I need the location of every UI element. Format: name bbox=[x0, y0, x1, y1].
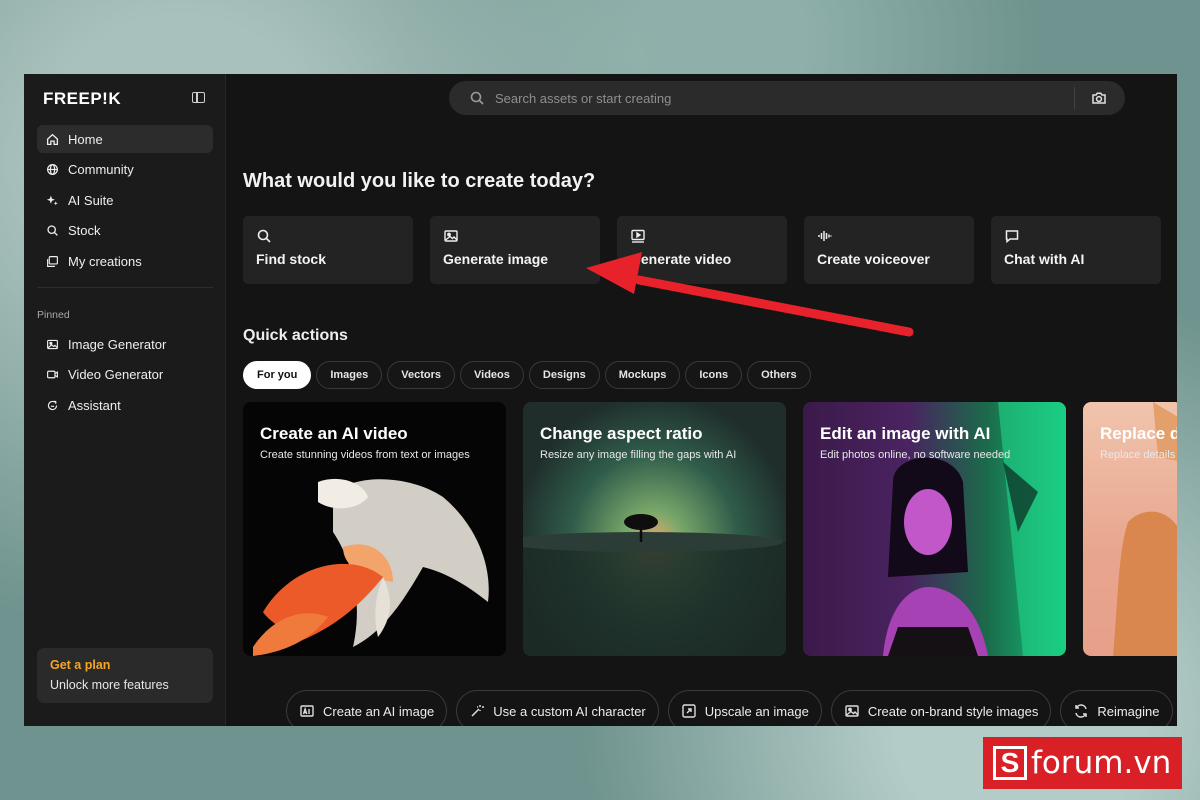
camera-icon[interactable] bbox=[1091, 90, 1107, 106]
ai-image-icon bbox=[299, 703, 315, 719]
sidebar-item-my-creations[interactable]: My creations bbox=[37, 247, 213, 275]
change-aspect-ratio-card[interactable]: Change aspect ratio Resize any image fil… bbox=[523, 402, 786, 656]
generate-video-card[interactable]: Generate video bbox=[617, 216, 787, 284]
sidebar-item-label: Image Generator bbox=[68, 336, 167, 352]
chat-icon bbox=[1004, 228, 1020, 244]
sidebar-item-label: AI Suite bbox=[68, 192, 114, 208]
video-icon bbox=[45, 368, 59, 382]
image-icon bbox=[443, 228, 459, 244]
tab-others[interactable]: Others bbox=[747, 361, 811, 389]
get-a-plan-card[interactable]: Get a plan Unlock more features bbox=[37, 648, 213, 703]
home-icon bbox=[45, 132, 59, 146]
sidebar-item-community[interactable]: Community bbox=[37, 156, 213, 184]
image-icon bbox=[844, 703, 860, 719]
pinned-heading: Pinned bbox=[37, 309, 70, 321]
search-icon bbox=[469, 90, 485, 106]
watermark-s-logo: S bbox=[993, 746, 1027, 780]
sparkle-icon bbox=[45, 193, 59, 207]
tab-mockups[interactable]: Mockups bbox=[604, 361, 681, 389]
refresh-icon bbox=[1073, 703, 1089, 719]
tab-images[interactable]: Images bbox=[316, 361, 383, 389]
sidebar-item-image-generator[interactable]: Image Generator bbox=[37, 330, 213, 358]
upscale-icon bbox=[681, 703, 697, 719]
search-icon bbox=[256, 228, 272, 244]
sidebar-item-label: Assistant bbox=[68, 397, 121, 413]
image-icon bbox=[45, 337, 59, 351]
card-subtitle: Resize any image filling the gaps with A… bbox=[540, 449, 737, 461]
upscale-image-button[interactable]: Upscale an image bbox=[667, 690, 822, 726]
watermark-text: forum.vn bbox=[1031, 745, 1172, 781]
sidebar-item-video-generator[interactable]: Video Generator bbox=[37, 361, 213, 389]
action-label: Create an AI image bbox=[323, 703, 435, 719]
create-voiceover-card[interactable]: Create voiceover bbox=[804, 216, 974, 284]
globe-icon bbox=[45, 163, 59, 177]
action-label: Create on-brand style images bbox=[867, 703, 1039, 719]
create-ai-image-button[interactable]: Create an AI image bbox=[286, 690, 448, 726]
sidebar-item-label: Stock bbox=[68, 223, 101, 238]
assistant-icon bbox=[45, 398, 59, 412]
pinned-list: Image Generator Video Generator Assistan… bbox=[37, 330, 213, 422]
sidebar-item-label: My creations bbox=[68, 253, 142, 269]
suggested-actions: Create an AI image Use a custom AI chara… bbox=[286, 690, 1173, 726]
gallery-icon bbox=[45, 254, 59, 268]
generate-image-card[interactable]: Generate image bbox=[430, 216, 600, 284]
search-input[interactable] bbox=[495, 90, 1055, 106]
card-title: Create an AI video bbox=[260, 424, 408, 443]
page-heading: What would you like to create today? bbox=[243, 170, 596, 192]
sidebar-item-label: Community bbox=[68, 162, 134, 177]
play-icon bbox=[630, 228, 646, 244]
replace-details-card[interactable]: Replace d Replace details bbox=[1083, 402, 1177, 656]
find-stock-card[interactable]: Find stock bbox=[243, 216, 413, 284]
card-title: Replace d bbox=[1100, 424, 1177, 443]
chat-with-ai-card[interactable]: Chat with AI bbox=[991, 216, 1161, 284]
card-subtitle: Replace details bbox=[1100, 449, 1176, 461]
search-icon bbox=[45, 224, 59, 238]
plan-subtitle: Unlock more features bbox=[50, 678, 169, 692]
sidebar-nav: Home Community AI Suite Stock My creatio… bbox=[37, 125, 213, 278]
sidebar-item-stock[interactable]: Stock bbox=[37, 217, 213, 245]
on-brand-style-button[interactable]: Create on-brand style images bbox=[830, 690, 1052, 726]
create-ai-video-card[interactable]: Create an AI video Create stunning video… bbox=[243, 402, 506, 656]
custom-ai-character-button[interactable]: Use a custom AI character bbox=[456, 690, 659, 726]
card-label: Generate video bbox=[630, 251, 732, 267]
sidebar-toggle-icon[interactable] bbox=[192, 92, 205, 103]
card-label: Create voiceover bbox=[817, 251, 930, 267]
search-bar bbox=[449, 81, 1125, 115]
app-window: FREEP!K Home Community AI Suite Stock My… bbox=[24, 74, 1177, 726]
action-label: Reimagine bbox=[1097, 703, 1160, 719]
sidebar-divider bbox=[37, 287, 213, 288]
sidebar-item-label: Home bbox=[68, 131, 103, 147]
magic-wand-icon bbox=[469, 703, 485, 719]
sidebar-item-label: Video Generator bbox=[68, 367, 164, 382]
sidebar: FREEP!K Home Community AI Suite Stock My… bbox=[24, 74, 226, 726]
card-subtitle: Edit photos online, no software needed bbox=[820, 449, 1011, 461]
create-options: Find stock Generate image Generate video… bbox=[243, 216, 1161, 284]
tab-designs[interactable]: Designs bbox=[528, 361, 600, 389]
card-title: Change aspect ratio bbox=[540, 424, 703, 443]
sforum-watermark: S forum.vn bbox=[983, 737, 1182, 789]
plan-title: Get a plan bbox=[50, 658, 111, 672]
tab-for-you[interactable]: For you bbox=[243, 361, 312, 389]
waveform-icon bbox=[817, 228, 833, 244]
card-title: Edit an image with AI bbox=[820, 424, 991, 443]
card-subtitle: Create stunning videos from text or imag… bbox=[260, 449, 470, 461]
reimagine-button[interactable]: Reimagine bbox=[1060, 690, 1173, 726]
filter-tabs: For you Images Vectors Videos Designs Mo… bbox=[243, 361, 811, 389]
quick-actions-title: Quick actions bbox=[243, 327, 348, 344]
action-label: Use a custom AI character bbox=[493, 703, 646, 719]
quick-action-cards: Create an AI video Create stunning video… bbox=[243, 402, 1177, 656]
search-separator bbox=[1074, 87, 1075, 109]
edit-image-with-ai-card[interactable]: Edit an image with AI Edit photos online… bbox=[803, 402, 1066, 656]
card-label: Generate image bbox=[443, 251, 549, 267]
sidebar-item-home[interactable]: Home bbox=[37, 125, 213, 153]
freepik-logo[interactable]: FREEP!K bbox=[43, 89, 121, 109]
tab-vectors[interactable]: Vectors bbox=[387, 361, 456, 389]
card-label: Find stock bbox=[256, 251, 327, 267]
sidebar-item-assistant[interactable]: Assistant bbox=[37, 391, 213, 419]
tab-videos[interactable]: Videos bbox=[460, 361, 524, 389]
sidebar-item-ai-suite[interactable]: AI Suite bbox=[37, 186, 213, 214]
card-label: Chat with AI bbox=[1004, 251, 1085, 267]
tab-icons[interactable]: Icons bbox=[685, 361, 743, 389]
action-label: Upscale an image bbox=[704, 703, 809, 719]
